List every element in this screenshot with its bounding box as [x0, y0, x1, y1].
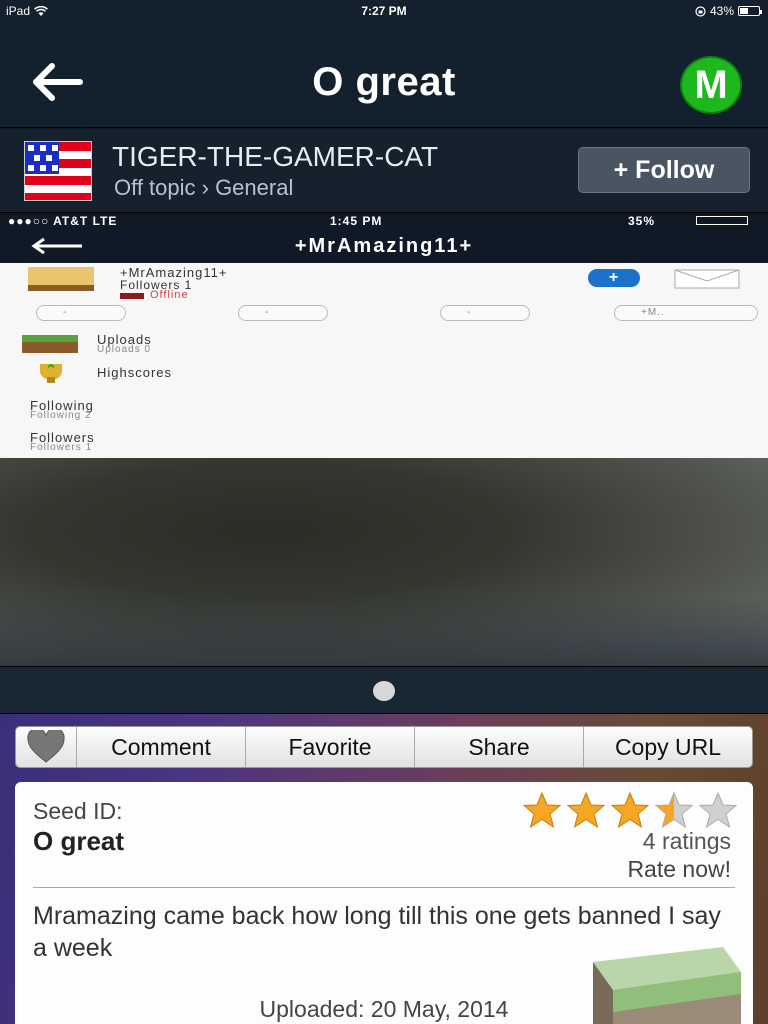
screenshot-battery: 35% [628, 214, 656, 228]
screenshot-pill-3: - [440, 305, 530, 321]
follow-button[interactable]: + Follow [578, 147, 750, 193]
star-icon[interactable] [523, 792, 561, 828]
copy-url-button[interactable]: Copy URL [583, 727, 752, 767]
screenshot-pill-4: +M.. [614, 305, 758, 321]
screenshot-highscores: Highscores [97, 365, 173, 380]
status-bar: iPad 7:27 PM 43% [0, 0, 768, 22]
navigation-bar: O great M [0, 22, 768, 128]
action-bar: Comment Favorite Share Copy URL [15, 726, 753, 768]
share-button[interactable]: Share [414, 727, 583, 767]
author-name[interactable]: TIGER-THE-GAMER-CAT [112, 141, 438, 173]
battery-percent: 43% [709, 4, 734, 18]
blurred-photo-region [0, 458, 768, 666]
screenshot-following-sub: Following 2 [30, 410, 92, 421]
seed-screenshot-image[interactable]: ●●●○○ AT&T LTE 1:45 PM 35% +MrAmazing11+… [0, 213, 768, 666]
orientation-lock-icon [695, 5, 706, 17]
empty-star-icon[interactable] [699, 792, 737, 828]
screenshot-battery-icon [696, 216, 748, 225]
screenshot-carrier: ●●●○○ AT&T LTE [8, 214, 118, 228]
page-indicator [0, 666, 768, 714]
ratings-count: 4 ratings [642, 828, 731, 854]
screenshot-grass-block-icon [22, 335, 78, 353]
screenshot-pill-2: - [238, 305, 328, 321]
seed-card: Seed ID: O great 4 ratings Rate now! Mra… [15, 782, 753, 1024]
rating-stars[interactable] [523, 792, 737, 828]
screenshot-status-bar: ●●●○○ AT&T LTE 1:45 PM 35% [0, 213, 768, 229]
star-icon[interactable] [611, 792, 649, 828]
half-star-icon[interactable] [655, 792, 693, 828]
flag-avatar-icon[interactable] [24, 141, 92, 201]
like-button[interactable] [16, 727, 76, 767]
rate-now-link[interactable]: Rate now! [627, 856, 731, 883]
screenshot-title: +MrAmazing11+ [294, 235, 474, 257]
screenshot-time: 1:45 PM [330, 214, 383, 228]
screenshot-pill-xbox: - [36, 305, 126, 321]
star-icon[interactable] [567, 792, 605, 828]
divider [33, 887, 735, 888]
avatar[interactable]: M [680, 56, 742, 114]
screenshot-trophy-icon [40, 363, 62, 383]
screenshot-status-text: Offline [150, 289, 189, 301]
screenshot-profile: +MrAmazing11+ Followers 1 Offline + - - … [0, 263, 768, 458]
uploaded-date: Uploaded: 20 May, 2014 [259, 996, 509, 1022]
screenshot-add-icon: + [588, 269, 640, 287]
seed-id-label: Seed ID: [33, 798, 123, 824]
breadcrumb[interactable]: Off topic › General [114, 175, 293, 201]
seed-name: O great [33, 826, 125, 856]
battery-icon [738, 6, 762, 16]
screenshot-mail-icon [674, 269, 740, 289]
comment-button[interactable]: Comment [76, 727, 245, 767]
author-header: TIGER-THE-GAMER-CAT Off topic › General … [0, 129, 768, 213]
heart-icon [27, 730, 65, 763]
page-title: O great [312, 60, 456, 104]
page-dot-1[interactable] [373, 681, 395, 701]
screenshot-followers-sub: Followers 1 [30, 442, 93, 453]
screenshot-avatar-icon [28, 267, 94, 291]
seed-details-area: Comment Favorite Share Copy URL Seed ID:… [0, 714, 768, 1024]
favorite-button[interactable]: Favorite [245, 727, 414, 767]
screenshot-nav: +MrAmazing11+ [0, 229, 768, 263]
screenshot-uploads-sub: Uploads 0 [97, 344, 152, 355]
status-time: 7:27 PM [361, 4, 407, 18]
